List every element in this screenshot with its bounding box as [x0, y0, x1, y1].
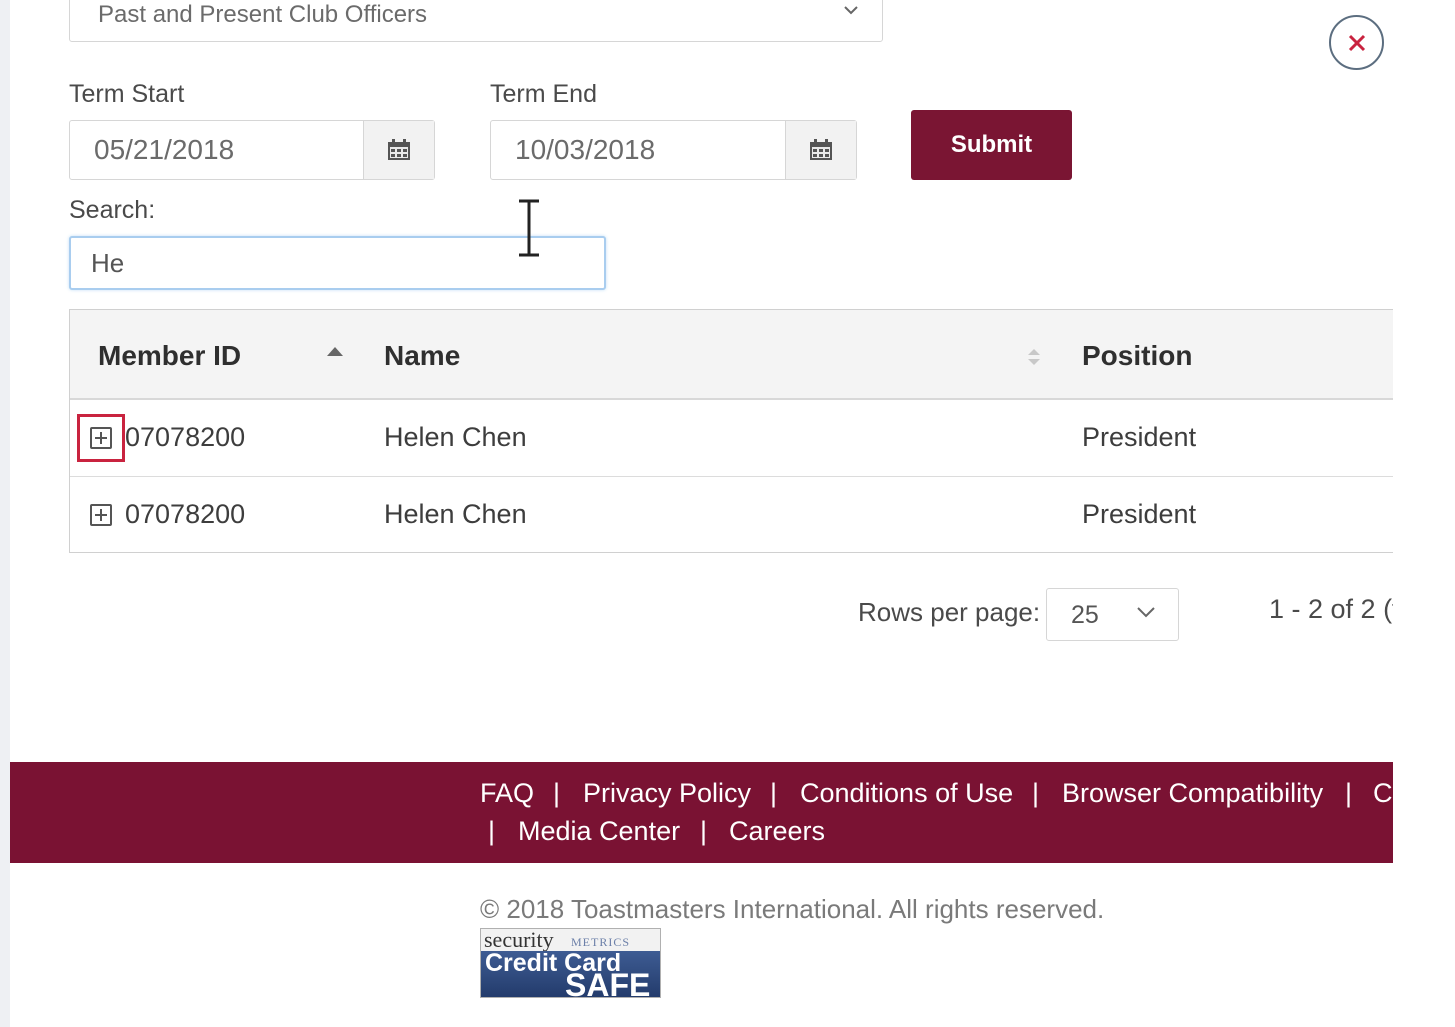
security-metrics-badge[interactable]: security METRICS Credit Card SAFE: [480, 928, 661, 998]
report-type-value: Past and Present Club Officers: [98, 1, 428, 28]
term-start-input[interactable]: 05/21/2018: [70, 121, 363, 179]
report-type-select[interactable]: Past and Present Club Officers: [69, 0, 883, 42]
search-label: Search:: [69, 196, 156, 224]
footer-link-careers[interactable]: Careers: [729, 816, 825, 847]
column-header-member-id[interactable]: Member ID: [98, 340, 241, 372]
footer-separator: |: [700, 816, 708, 846]
rows-per-page-value: 25: [1071, 601, 1099, 629]
footer-links-bar: FAQ | Privacy Policy | Conditions of Use…: [10, 762, 1393, 863]
footer-link-privacy-policy[interactable]: Privacy Policy: [583, 778, 751, 809]
submit-button[interactable]: Submit: [911, 110, 1072, 180]
term-start-label: Term Start: [69, 80, 185, 108]
text-cursor-icon: [519, 199, 539, 257]
footer-separator: |: [770, 778, 778, 808]
term-end-label: Term End: [490, 80, 597, 108]
page-left-edge: [0, 0, 10, 1027]
close-button[interactable]: [1329, 15, 1384, 70]
column-header-name[interactable]: Name: [384, 340, 460, 372]
expand-plus-icon[interactable]: [90, 504, 112, 526]
badge-top-band: security METRICS: [481, 929, 660, 952]
footer-link-conditions-of-use[interactable]: Conditions of Use: [800, 778, 1013, 809]
pagination-range: 1 - 2 of 2 (f: [1269, 594, 1393, 624]
page-right-edge: [1393, 0, 1455, 1027]
badge-text-metrics: METRICS: [571, 935, 631, 949]
footer-link-media-center[interactable]: Media Center: [518, 816, 680, 847]
footer-separator: |: [553, 778, 561, 808]
copyright-text: © 2018 Toastmasters International. All r…: [480, 894, 1105, 924]
name-cell: Helen Chen: [384, 422, 527, 452]
sort-ascending-icon[interactable]: [326, 346, 344, 358]
term-end-field[interactable]: 10/03/2018: [490, 120, 857, 180]
position-cell: President: [1082, 499, 1197, 529]
footer-separator: |: [1032, 778, 1040, 808]
close-icon: [1348, 34, 1365, 51]
term-end-calendar-button[interactable]: [785, 121, 856, 179]
badge-bottom-band: Credit Card SAFE: [481, 949, 660, 998]
column-header-position[interactable]: Position: [1082, 340, 1192, 372]
table-row[interactable]: 07078200 Helen Chen President: [70, 400, 1393, 477]
calendar-icon: [810, 139, 832, 160]
footer-separator: |: [1345, 778, 1353, 808]
footer-link-truncated[interactable]: C: [1373, 778, 1393, 809]
chevron-down-icon: [844, 6, 858, 15]
position-cell: President: [1082, 422, 1197, 452]
footer-link-browser-compatibility[interactable]: Browser Compatibility: [1062, 778, 1323, 809]
expand-plus-icon[interactable]: [90, 427, 112, 449]
table-row[interactable]: 07078200 Helen Chen President: [70, 477, 1393, 552]
calendar-icon: [388, 139, 410, 160]
badge-text-safe: SAFE: [565, 967, 651, 998]
officers-table: Member ID Name Position 07078200 Helen C…: [69, 309, 1393, 553]
member-id-cell: 07078200: [125, 422, 246, 452]
sort-icon[interactable]: [1027, 348, 1041, 366]
footer-link-faq[interactable]: FAQ: [480, 778, 534, 809]
table-header: Member ID Name Position: [70, 310, 1393, 400]
member-id-cell: 07078200: [125, 499, 246, 529]
term-end-input[interactable]: 10/03/2018: [491, 121, 785, 179]
footer-separator: |: [488, 816, 496, 846]
name-cell: Helen Chen: [384, 499, 527, 529]
term-start-calendar-button[interactable]: [363, 121, 434, 179]
rows-per-page-label: Rows per page:: [858, 597, 1041, 627]
rows-per-page-select[interactable]: 25: [1046, 588, 1179, 641]
chevron-down-icon: [1137, 607, 1155, 618]
term-start-field[interactable]: 05/21/2018: [69, 120, 435, 180]
